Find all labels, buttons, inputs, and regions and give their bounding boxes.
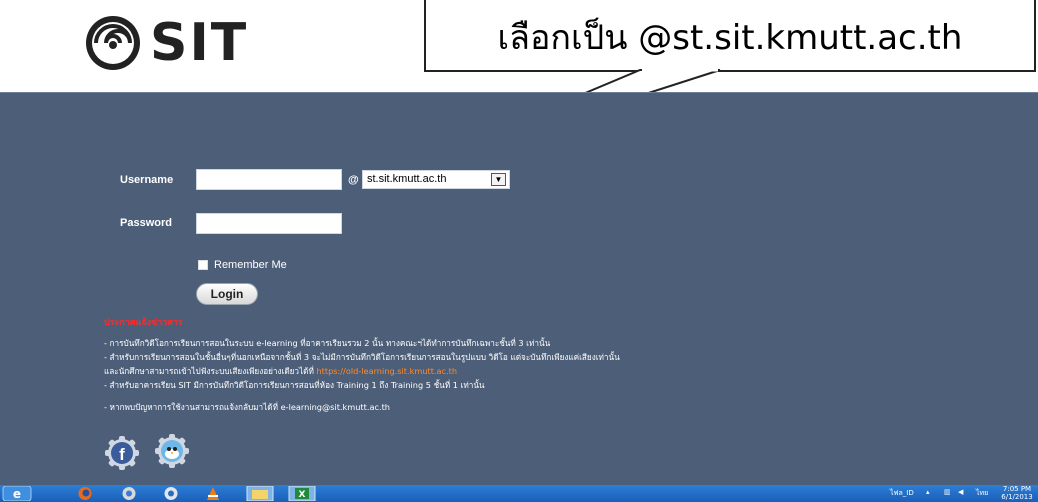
username-input[interactable] [196, 169, 342, 190]
facebook-icon[interactable]: f [104, 435, 140, 471]
notice-line-3-text: และนักศึกษาสามารถเข้าไปฟังระบบเสียงเพียง… [104, 366, 317, 376]
notice-line-2: - สำหรับการเรียนการสอนในชั้นอื่นๆที่นอกเ… [104, 352, 620, 362]
network-icon[interactable]: ▥ [944, 488, 951, 496]
logo-text: SIT [150, 13, 249, 73]
speaker-icon[interactable]: ◀ [958, 488, 963, 496]
callout-box: เลือกเป็น @st.sit.kmutt.ac.th [424, 0, 1036, 72]
chrome-icon[interactable] [118, 486, 140, 501]
sit-logo[interactable]: SIT [82, 12, 292, 74]
svg-text:f: f [119, 445, 125, 464]
login-panel: Username @ st.sit.kmutt.ac.th ▼ Password… [0, 92, 1038, 485]
notice-line-3: และนักศึกษาสามารถเข้าไปฟังระบบเสียงเพียง… [104, 365, 457, 378]
sit-emblem-icon [86, 16, 140, 70]
tray-label[interactable]: ไฟล_ID [890, 488, 914, 499]
windows-taskbar: e X ไฟล_ID ▴ ▥ ◀ ไทย 7:05 PM 6/1/2013 [0, 485, 1038, 502]
twitter-icon[interactable] [154, 433, 190, 469]
remember-me-checkbox[interactable] [198, 260, 208, 270]
domain-select-value: st.sit.kmutt.ac.th [367, 173, 447, 185]
vlc-icon[interactable] [202, 486, 224, 501]
svg-text:X: X [299, 490, 306, 500]
login-button[interactable]: Login [196, 283, 258, 305]
old-learning-link[interactable]: https://old-learning.sit.kmutt.ac.th [316, 366, 457, 376]
start-button-icon[interactable]: e [2, 486, 32, 501]
notice-line-5: - หากพบปัญหาการใช้งานสามารถแจ้งกลับมาได้… [104, 402, 390, 412]
notice-line-1: - การบันทึกวิดีโอการเรียนการสอนในระบบ e-… [104, 338, 551, 348]
clock[interactable]: 7:05 PM 6/1/2013 [997, 485, 1037, 501]
notice-line-4: - สำหรับอาคารเรียน SIT มีการบันทึกวิดีโอ… [104, 380, 485, 390]
clock-time: 7:05 PM [1002, 485, 1032, 493]
media-player-icon[interactable] [160, 486, 182, 501]
excel-icon[interactable]: X [288, 486, 316, 501]
callout-text: เลือกเป็น @st.sit.kmutt.ac.th [497, 18, 963, 58]
at-sign: @ [348, 174, 359, 186]
domain-select[interactable]: st.sit.kmutt.ac.th ▼ [362, 170, 510, 189]
tray-arrow-icon[interactable]: ▴ [926, 488, 930, 496]
input-language[interactable]: ไทย [976, 488, 988, 499]
svg-text:e: e [13, 487, 21, 501]
firefox-icon[interactable] [74, 486, 96, 501]
clock-date: 6/1/2013 [1001, 493, 1033, 501]
username-label: Username [120, 174, 174, 186]
file-explorer-icon[interactable] [246, 486, 274, 501]
chevron-down-icon[interactable]: ▼ [491, 173, 506, 186]
password-label: Password [120, 217, 172, 229]
remember-me-label: Remember Me [214, 259, 287, 271]
notice-title: ประกาศแจ้งข่าวสาร [104, 318, 183, 328]
password-input[interactable] [196, 213, 342, 234]
